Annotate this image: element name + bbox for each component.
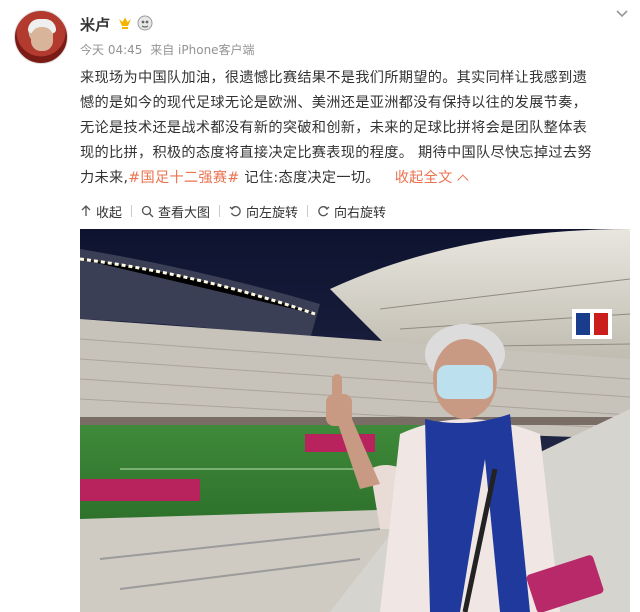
post-text: 来现场为中国队加油，很遗憾比赛结果不是我们所期望的。其实同样让我感到遗 憾的是如…	[80, 66, 625, 191]
post-text-line: 无论是技术还是战术都没有新的突破和创新，未来的足球比拼将会是团队整体表	[80, 120, 588, 136]
toolbar-divider	[307, 205, 309, 217]
toolbar-divider	[131, 205, 133, 217]
user-avatar[interactable]	[14, 10, 68, 64]
collapse-fulltext-link[interactable]: 收起全文	[395, 170, 469, 186]
collapse-button[interactable]: 收起	[80, 202, 122, 221]
rotate-left-icon	[229, 205, 241, 216]
caret-up-icon	[456, 174, 469, 186]
magnifier-icon	[141, 205, 154, 217]
post-text-fragment: 记住:态度决定一切。	[239, 170, 380, 186]
rotate-left-button[interactable]: 向左旋转	[229, 202, 298, 221]
level-badge-icon[interactable]	[137, 15, 153, 31]
hashtag-link[interactable]: #国足十二强赛#	[128, 170, 239, 186]
arrow-up-icon	[81, 205, 91, 216]
post-text-line: 憾的是如今的现代足球无论是欧洲、美洲还是亚洲都没有保持以往的发展节奏，	[80, 95, 588, 111]
user-name[interactable]: 米卢	[80, 14, 110, 35]
post-text-fragment: 力未来,	[80, 170, 129, 186]
view-large-label: 查看大图	[158, 205, 211, 221]
post-meta: 今天 04:45 来自 iPhone客户端	[80, 41, 255, 58]
stadium-photo	[80, 229, 630, 612]
toolbar-divider	[219, 205, 221, 217]
post-time[interactable]: 今天 04:45	[80, 43, 142, 57]
view-large-image-button[interactable]: 查看大图	[141, 202, 210, 221]
rotate-right-button[interactable]: 向右旋转	[317, 202, 386, 221]
collapse-fulltext-label: 收起全文	[394, 170, 453, 186]
rotate-right-icon	[318, 205, 330, 216]
post-text-line: 现的比拼，积极的态度将直接决定比赛表现的程度。 期待中国队尽快忘掉过去努	[80, 145, 592, 161]
rotate-left-label: 向左旋转	[246, 205, 299, 221]
rotate-right-label: 向右旋转	[334, 205, 387, 221]
post-source: 来自 iPhone客户端	[150, 43, 255, 57]
post-text-line: 来现场为中国队加油，很遗憾比赛结果不是我们所期望的。其实同样让我感到遗	[80, 70, 588, 86]
avatar-face	[31, 27, 53, 51]
collapse-label: 收起	[96, 205, 123, 221]
vip-crown-icon[interactable]	[117, 15, 133, 31]
weibo-post: 米卢 今天 04:45 来自 iPhone客户端 来现场为中国队加油，很遗憾比赛…	[0, 0, 640, 612]
more-options-chevron-icon[interactable]	[615, 8, 631, 20]
post-photo[interactable]	[80, 229, 630, 612]
image-toolbar: 收起 查看大图 向左旋转 向右旋转	[80, 202, 386, 221]
post-text-last-line: 力未来,#国足十二强赛# 记住:态度决定一切。 收起全文	[80, 166, 625, 191]
